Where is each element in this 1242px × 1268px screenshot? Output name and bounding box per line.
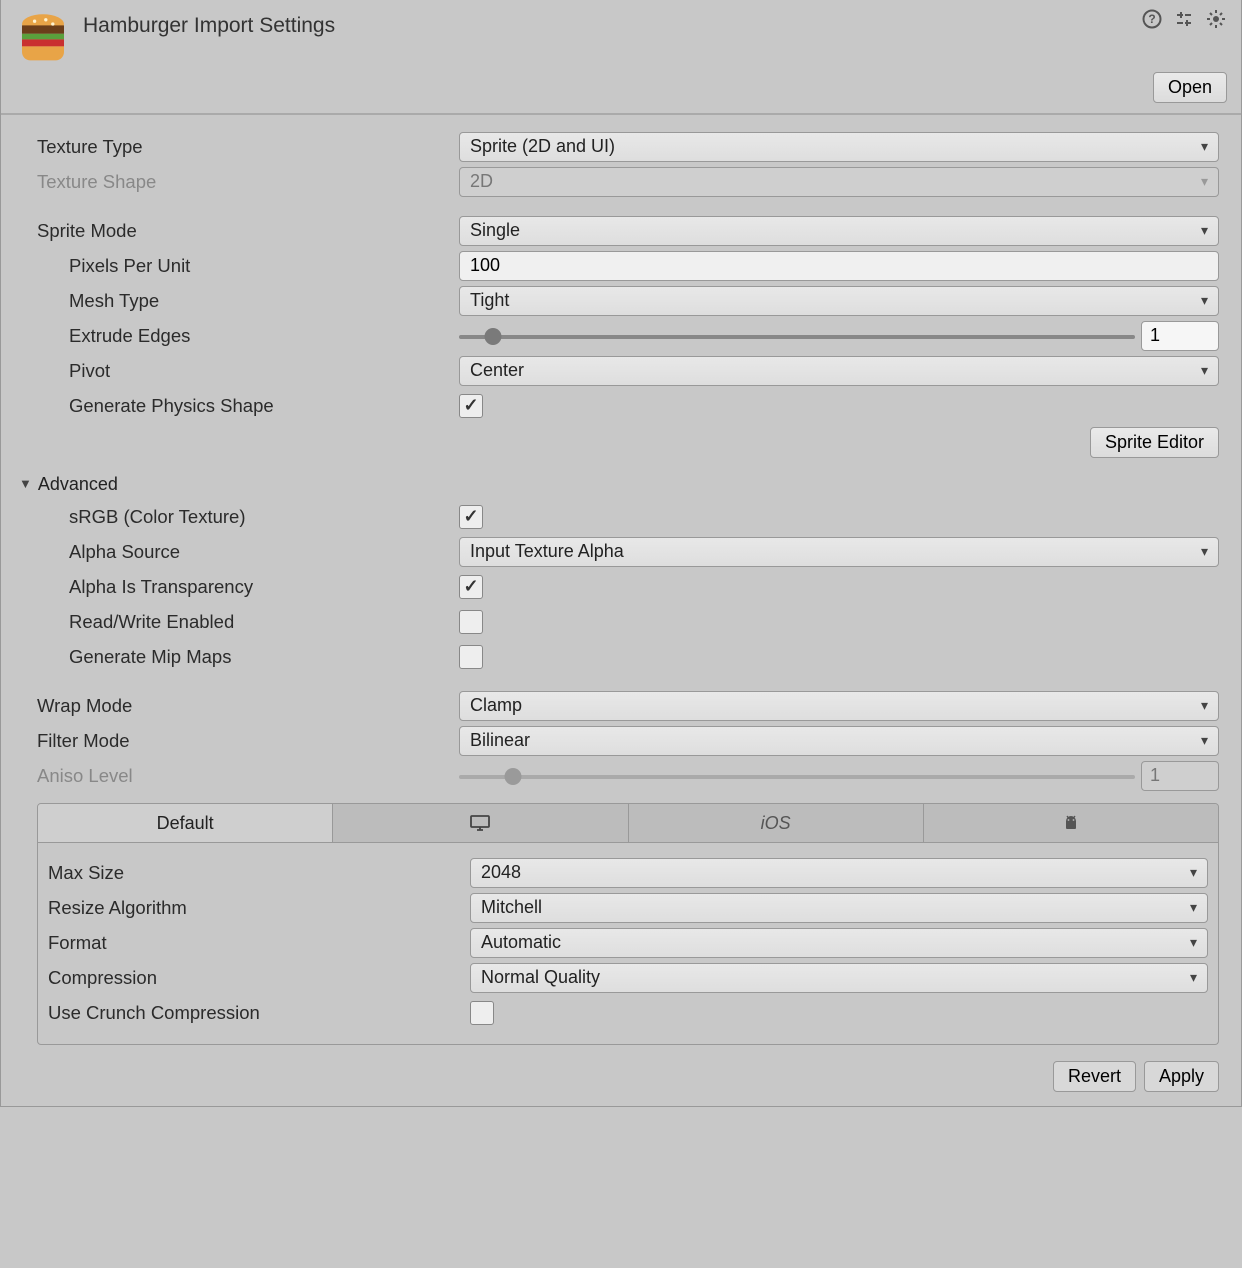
sprite-editor-button[interactable]: Sprite Editor <box>1090 427 1219 458</box>
row-format: Format Automatic <box>48 925 1208 960</box>
monitor-icon <box>469 814 491 832</box>
panel-title: Hamburger Import Settings <box>83 10 335 38</box>
select-compression[interactable]: Normal Quality <box>470 963 1208 993</box>
foldout-advanced[interactable]: ▼ Advanced <box>19 474 1219 495</box>
row-wrap-mode: Wrap Mode Clamp <box>37 688 1219 723</box>
row-resize-algo: Resize Algorithm Mitchell <box>48 890 1208 925</box>
select-max-size[interactable]: 2048 <box>470 858 1208 888</box>
select-pivot[interactable]: Center <box>459 356 1219 386</box>
row-texture-type: Texture Type Sprite (2D and UI) <box>37 129 1219 164</box>
input-aniso-value <box>1141 761 1219 791</box>
header-icons: ? <box>1141 8 1227 30</box>
row-alpha-source: Alpha Source Input Texture Alpha <box>37 534 1219 569</box>
label-mipmaps: Generate Mip Maps <box>69 646 459 668</box>
settings-icon[interactable] <box>1205 8 1227 30</box>
row-alpha-transparency: Alpha Is Transparency ✓ <box>37 569 1219 604</box>
row-crunch: Use Crunch Compression <box>48 995 1208 1030</box>
label-crunch: Use Crunch Compression <box>48 1002 470 1024</box>
row-gen-physics: Generate Physics Shape ✓ <box>37 388 1219 423</box>
header: Hamburger Import Settings ? <box>1 0 1241 72</box>
revert-button[interactable]: Revert <box>1053 1061 1136 1092</box>
input-ppu[interactable] <box>459 251 1219 281</box>
input-extrude-value[interactable] <box>1141 321 1219 351</box>
select-alpha-source[interactable]: Input Texture Alpha <box>459 537 1219 567</box>
label-texture-type: Texture Type <box>37 136 459 158</box>
slider-extrude[interactable] <box>459 327 1135 345</box>
checkbox-srgb[interactable]: ✓ <box>459 505 483 529</box>
row-compression: Compression Normal Quality <box>48 960 1208 995</box>
android-icon <box>1061 813 1081 833</box>
label-mesh-type: Mesh Type <box>69 290 459 312</box>
foldout-triangle-icon: ▼ <box>19 476 32 491</box>
label-filter: Filter Mode <box>37 730 459 752</box>
label-format: Format <box>48 932 470 954</box>
tab-android[interactable] <box>924 804 1218 842</box>
checkbox-gen-physics[interactable]: ✓ <box>459 394 483 418</box>
row-pivot: Pivot Center <box>37 353 1219 388</box>
label-alpha-trans: Alpha Is Transparency <box>69 576 459 598</box>
checkbox-read-write[interactable] <box>459 610 483 634</box>
label-alpha-source: Alpha Source <box>69 541 459 563</box>
label-sprite-mode: Sprite Mode <box>37 220 459 242</box>
label-compression: Compression <box>48 967 470 989</box>
checkbox-mipmaps[interactable] <box>459 645 483 669</box>
svg-text:?: ? <box>1148 12 1155 26</box>
checkbox-alpha-trans[interactable]: ✓ <box>459 575 483 599</box>
inspector-panel: Hamburger Import Settings ? Open Texture… <box>0 0 1242 1107</box>
select-texture-shape: 2D <box>459 167 1219 197</box>
label-max-size: Max Size <box>48 862 470 884</box>
label-aniso: Aniso Level <box>37 765 459 787</box>
select-wrap[interactable]: Clamp <box>459 691 1219 721</box>
row-aniso: Aniso Level <box>37 758 1219 793</box>
help-icon[interactable]: ? <box>1141 8 1163 30</box>
label-srgb: sRGB (Color Texture) <box>69 506 459 528</box>
row-texture-shape: Texture Shape 2D <box>37 164 1219 199</box>
tab-default[interactable]: Default <box>38 804 333 842</box>
select-texture-type[interactable]: Sprite (2D and UI) <box>459 132 1219 162</box>
label-read-write: Read/Write Enabled <box>69 611 459 633</box>
tab-ios[interactable]: iOS <box>629 804 924 842</box>
open-row: Open <box>1 72 1241 113</box>
apply-button[interactable]: Apply <box>1144 1061 1219 1092</box>
select-format[interactable]: Automatic <box>470 928 1208 958</box>
select-sprite-mode[interactable]: Single <box>459 216 1219 246</box>
row-sprite-mode: Sprite Mode Single <box>37 213 1219 248</box>
row-extrude-edges: Extrude Edges <box>37 318 1219 353</box>
label-advanced: Advanced <box>38 474 118 495</box>
label-extrude: Extrude Edges <box>69 325 459 347</box>
content: Texture Type Sprite (2D and UI) Texture … <box>1 115 1241 1106</box>
row-srgb: sRGB (Color Texture) ✓ <box>37 499 1219 534</box>
select-mesh-type[interactable]: Tight <box>459 286 1219 316</box>
select-resize-algo[interactable]: Mitchell <box>470 893 1208 923</box>
row-pixels-per-unit: Pixels Per Unit <box>37 248 1219 283</box>
open-button[interactable]: Open <box>1153 72 1227 103</box>
row-mesh-type: Mesh Type Tight <box>37 283 1219 318</box>
row-mipmaps: Generate Mip Maps <box>37 639 1219 674</box>
asset-preview-icon <box>15 10 71 66</box>
slider-aniso <box>459 767 1135 785</box>
ios-icon: iOS <box>761 813 791 834</box>
label-pivot: Pivot <box>69 360 459 382</box>
platform-tabs: Default iOS <box>37 803 1219 843</box>
footer: Revert Apply <box>37 1045 1219 1092</box>
checkbox-crunch[interactable] <box>470 1001 494 1025</box>
label-texture-shape: Texture Shape <box>37 171 459 193</box>
platform-body: Max Size 2048 Resize Algorithm Mitchell … <box>37 843 1219 1045</box>
label-ppu: Pixels Per Unit <box>69 255 459 277</box>
label-wrap: Wrap Mode <box>37 695 459 717</box>
tab-standalone[interactable] <box>333 804 628 842</box>
row-read-write: Read/Write Enabled <box>37 604 1219 639</box>
label-gen-physics: Generate Physics Shape <box>69 395 459 417</box>
row-max-size: Max Size 2048 <box>48 855 1208 890</box>
label-resize-algo: Resize Algorithm <box>48 897 470 919</box>
row-filter-mode: Filter Mode Bilinear <box>37 723 1219 758</box>
select-filter[interactable]: Bilinear <box>459 726 1219 756</box>
presets-icon[interactable] <box>1173 8 1195 30</box>
